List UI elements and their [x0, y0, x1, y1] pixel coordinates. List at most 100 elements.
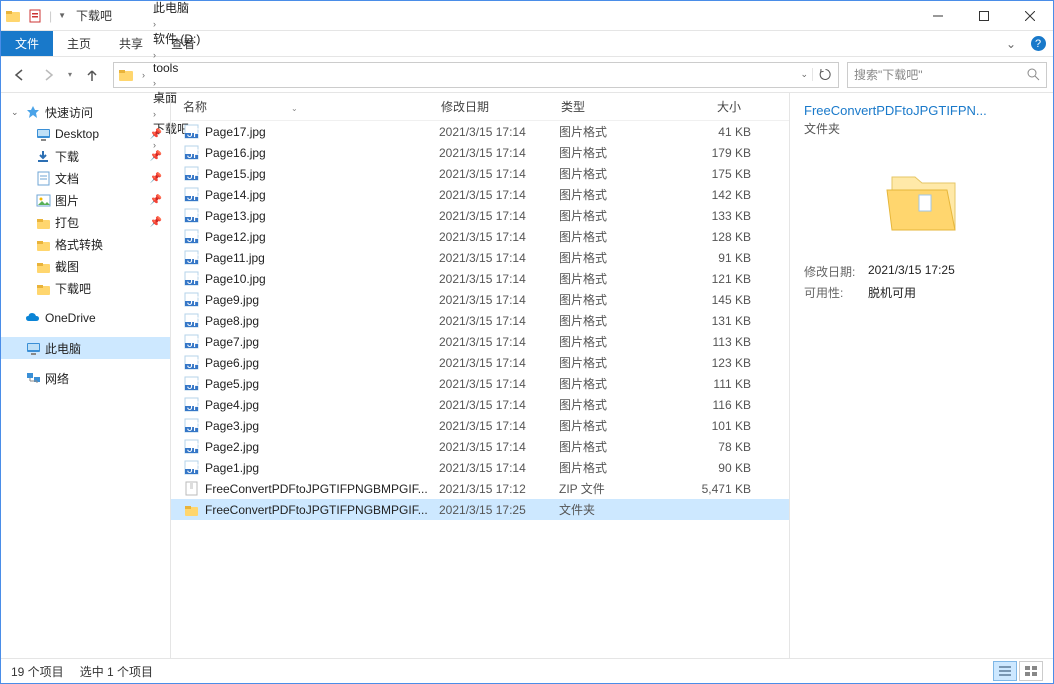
breadcrumb-segment[interactable]: 此电脑 [149, 0, 204, 16]
svg-text:JPG: JPG [187, 294, 199, 307]
table-row[interactable]: JPGPage2.jpg2021/3/15 17:14图片格式78 KB [171, 436, 789, 457]
sidebar-item-label: 文档 [55, 170, 79, 187]
ribbon-file-tab[interactable]: 文件 [1, 31, 53, 56]
sidebar-item[interactable]: 格式转换 [1, 233, 170, 255]
search-input[interactable]: 搜索"下载吧" [847, 62, 1047, 88]
file-date: 2021/3/15 17:14 [439, 377, 559, 391]
breadcrumb-segment[interactable]: 软件 (D:) [149, 30, 204, 47]
table-row[interactable]: JPGPage15.jpg2021/3/15 17:14图片格式175 KB [171, 163, 789, 184]
file-size: 78 KB [677, 440, 767, 454]
table-row[interactable]: JPGPage8.jpg2021/3/15 17:14图片格式131 KB [171, 310, 789, 331]
file-size: 113 KB [677, 335, 767, 349]
help-button[interactable]: ? [1023, 31, 1053, 56]
sidebar-item[interactable]: 打包📌 [1, 211, 170, 233]
navigation-pane[interactable]: ⌄ 快速访问 Desktop📌下载📌文档📌图片📌打包📌格式转换截图下载吧 › O… [1, 93, 171, 658]
ribbon-collapse-button[interactable]: ⌄ [999, 31, 1023, 56]
address-root-icon[interactable] [114, 67, 138, 83]
file-name: Page7.jpg [205, 335, 439, 349]
table-row[interactable]: FreeConvertPDFtoJPGTIFPNGBMPGIF...2021/3… [171, 478, 789, 499]
sidebar-item[interactable]: Desktop📌 [1, 123, 170, 145]
sidebar-item[interactable]: 图片📌 [1, 189, 170, 211]
file-size: 179 KB [677, 146, 767, 160]
chevron-right-icon[interactable]: › [149, 78, 160, 88]
address-bar[interactable]: › 此电脑›软件 (D:)›tools›桌面›下载吧› ⌄ [113, 62, 839, 88]
svg-text:JPG: JPG [187, 441, 199, 454]
network-icon [25, 370, 41, 386]
table-row[interactable]: JPGPage1.jpg2021/3/15 17:14图片格式90 KB [171, 457, 789, 478]
column-size[interactable]: 大小 [667, 98, 757, 115]
nav-forward-button[interactable] [35, 62, 61, 88]
folder-icon [35, 214, 51, 230]
chevron-right-icon[interactable]: › [149, 50, 160, 60]
chevron-right-icon[interactable]: › [138, 70, 149, 80]
tree-network[interactable]: › 网络 [1, 367, 170, 389]
minimize-button[interactable] [915, 1, 961, 31]
refresh-button[interactable] [812, 68, 838, 81]
tree-this-pc[interactable]: › 此电脑 [1, 337, 170, 359]
breadcrumb-segment[interactable]: tools [149, 61, 204, 75]
view-large-icons-button[interactable] [1019, 661, 1043, 681]
table-row[interactable]: JPGPage6.jpg2021/3/15 17:14图片格式123 KB [171, 352, 789, 373]
maximize-button[interactable] [961, 1, 1007, 31]
jpg-icon: JPG [183, 229, 199, 245]
close-button[interactable] [1007, 1, 1053, 31]
tree-quick-access[interactable]: ⌄ 快速访问 [1, 101, 170, 123]
nav-up-button[interactable] [79, 62, 105, 88]
file-size: 123 KB [677, 356, 767, 370]
file-size: 131 KB [677, 314, 767, 328]
view-details-button[interactable] [993, 661, 1017, 681]
details-title: FreeConvertPDFtoJPGTIFPN... [804, 103, 1039, 118]
star-icon [25, 104, 41, 120]
jpg-icon: JPG [183, 250, 199, 266]
file-name: Page2.jpg [205, 440, 439, 454]
table-row[interactable]: JPGPage7.jpg2021/3/15 17:14图片格式113 KB [171, 331, 789, 352]
file-type: 文件夹 [559, 501, 677, 518]
file-size: 121 KB [677, 272, 767, 286]
chevron-down-icon[interactable]: ⌄ [11, 107, 21, 118]
column-name[interactable]: 名称⌄ [171, 98, 429, 115]
table-row[interactable]: JPGPage12.jpg2021/3/15 17:14图片格式128 KB [171, 226, 789, 247]
document-icon [35, 170, 51, 186]
file-size: 175 KB [677, 167, 767, 181]
jpg-icon: JPG [183, 166, 199, 182]
table-row[interactable]: JPGPage3.jpg2021/3/15 17:14图片格式101 KB [171, 415, 789, 436]
table-row[interactable]: JPGPage11.jpg2021/3/15 17:14图片格式91 KB [171, 247, 789, 268]
table-row[interactable]: JPGPage5.jpg2021/3/15 17:14图片格式111 KB [171, 373, 789, 394]
nav-back-button[interactable] [7, 62, 33, 88]
file-size: 145 KB [677, 293, 767, 307]
table-row[interactable]: JPGPage13.jpg2021/3/15 17:14图片格式133 KB [171, 205, 789, 226]
file-date: 2021/3/15 17:14 [439, 419, 559, 433]
file-size: 91 KB [677, 251, 767, 265]
table-row[interactable]: JPGPage17.jpg2021/3/15 17:14图片格式41 KB [171, 121, 789, 142]
sidebar-item[interactable]: 下载吧 [1, 277, 170, 299]
details-pane: FreeConvertPDFtoJPGTIFPN... 文件夹 修改日期:202… [789, 93, 1053, 658]
svg-text:JPG: JPG [187, 189, 199, 202]
folder-icon [5, 8, 21, 24]
table-row[interactable]: JPGPage4.jpg2021/3/15 17:14图片格式116 KB [171, 394, 789, 415]
ribbon-tab-home[interactable]: 主页 [53, 31, 105, 56]
sidebar-item[interactable]: 截图 [1, 255, 170, 277]
tree-onedrive[interactable]: › OneDrive [1, 307, 170, 329]
sidebar-item-label: 打包 [55, 214, 79, 231]
properties-icon[interactable] [27, 8, 43, 24]
jpg-icon: JPG [183, 313, 199, 329]
sidebar-item[interactable]: 下载📌 [1, 145, 170, 167]
table-row[interactable]: JPGPage16.jpg2021/3/15 17:14图片格式179 KB [171, 142, 789, 163]
address-dropdown-button[interactable]: ⌄ [796, 69, 812, 80]
table-row[interactable]: JPGPage14.jpg2021/3/15 17:14图片格式142 KB [171, 184, 789, 205]
jpg-icon: JPG [183, 418, 199, 434]
file-type: 图片格式 [559, 312, 677, 329]
column-type[interactable]: 类型 [549, 98, 667, 115]
file-date: 2021/3/15 17:14 [439, 209, 559, 223]
nav-history-button[interactable]: ▾ [63, 62, 77, 88]
file-size: 133 KB [677, 209, 767, 223]
svg-text:JPG: JPG [187, 147, 199, 160]
file-list[interactable]: JPGPage17.jpg2021/3/15 17:14图片格式41 KBJPG… [171, 121, 789, 658]
table-row[interactable]: JPGPage10.jpg2021/3/15 17:14图片格式121 KB [171, 268, 789, 289]
table-row[interactable]: FreeConvertPDFtoJPGTIFPNGBMPGIF...2021/3… [171, 499, 789, 520]
table-row[interactable]: JPGPage9.jpg2021/3/15 17:14图片格式145 KB [171, 289, 789, 310]
qat-dropdown-icon[interactable]: ▼ [58, 11, 66, 20]
sidebar-item[interactable]: 文档📌 [1, 167, 170, 189]
column-date[interactable]: 修改日期 [429, 98, 549, 115]
chevron-right-icon[interactable]: › [149, 19, 160, 29]
